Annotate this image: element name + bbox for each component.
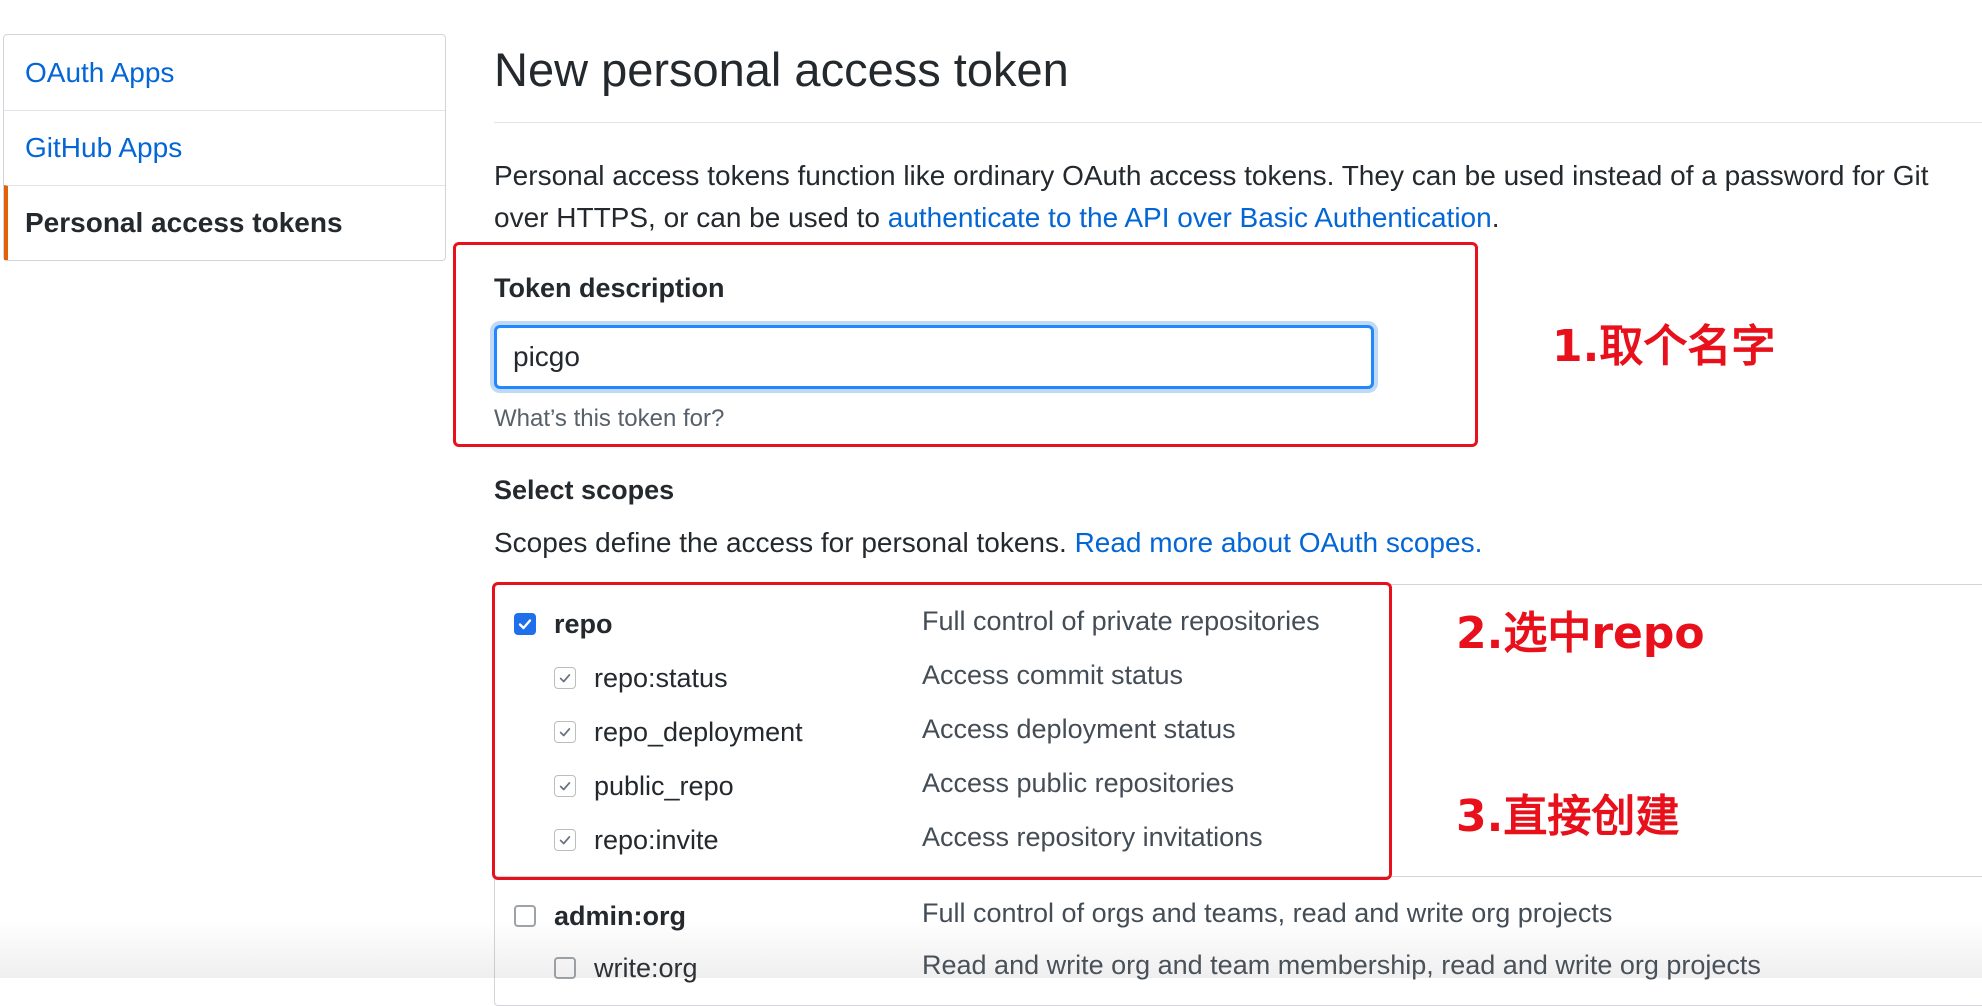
- scope-description: Full control of private repositories: [922, 606, 1320, 636]
- repo-deployment-checkbox[interactable]: [554, 721, 576, 743]
- scope-row-repo-invite: repo:invite: [554, 820, 719, 860]
- scope-description: Access repository invitations: [922, 822, 1263, 852]
- scope-name: public_repo: [594, 770, 734, 801]
- scope-row-repo: repo: [514, 604, 613, 644]
- select-scopes-heading: Select scopes: [494, 475, 675, 505]
- scope-description: Access commit status: [922, 660, 1184, 690]
- scope-name: admin:org: [554, 900, 686, 931]
- sidebar-item-personal-access-tokens[interactable]: Personal access tokens: [4, 185, 445, 260]
- annotation-step-3: 3.直接创建: [1456, 791, 1680, 842]
- scope-row-repo-deployment: repo_deployment: [554, 712, 803, 752]
- sidebar-item-github-apps[interactable]: GitHub Apps: [4, 110, 445, 185]
- scope-description: Access deployment status: [922, 714, 1236, 744]
- scope-description: Full control of orgs and teams, read and…: [922, 898, 1613, 928]
- page-title: New personal access token: [494, 43, 1069, 96]
- scope-description: Read and write org and team membership, …: [922, 950, 1761, 980]
- scope-name: repo_deployment: [594, 716, 803, 747]
- token-description-hint: What’s this token for?: [494, 405, 725, 432]
- scope-description: Access public repositories: [922, 768, 1235, 798]
- title-divider: [494, 122, 1982, 123]
- basic-auth-link[interactable]: authenticate to the API over Basic Authe…: [888, 202, 1492, 233]
- scope-name: repo: [554, 608, 613, 639]
- repo-status-checkbox[interactable]: [554, 667, 576, 689]
- annotation-step-1: 1.取个名字: [1552, 321, 1776, 372]
- token-description-input[interactable]: [494, 325, 1374, 389]
- write-org-checkbox[interactable]: [554, 957, 576, 979]
- scopes-description: Scopes define the access for personal to…: [494, 527, 1482, 559]
- scope-row-admin-org: admin:org: [514, 896, 686, 936]
- scope-row-public-repo: public_repo: [554, 766, 734, 806]
- intro-end: .: [1491, 202, 1500, 233]
- annotation-step-2: 2.选中repo: [1456, 608, 1705, 659]
- intro-paragraph: Personal access tokens function like ord…: [494, 155, 1964, 239]
- scope-name: repo:status: [594, 662, 728, 693]
- oauth-scopes-link[interactable]: Read more about OAuth scopes.: [1075, 527, 1483, 558]
- token-description-label: Token description: [494, 273, 725, 303]
- public-repo-checkbox[interactable]: [554, 775, 576, 797]
- scope-group-divider: [494, 876, 1982, 877]
- settings-sidebar: OAuth Apps GitHub Apps Personal access t…: [3, 34, 446, 261]
- scopes-desc-text: Scopes define the access for personal to…: [494, 527, 1075, 558]
- sidebar-item-oauth-apps[interactable]: OAuth Apps: [4, 35, 445, 110]
- scope-name: write:org: [594, 952, 698, 983]
- scope-row-write-org: write:org: [554, 948, 698, 988]
- repo-checkbox[interactable]: [514, 613, 536, 635]
- scope-row-repo-status: repo:status: [554, 658, 728, 698]
- repo-invite-checkbox[interactable]: [554, 829, 576, 851]
- scope-name: repo:invite: [594, 824, 719, 855]
- admin-org-checkbox[interactable]: [514, 905, 536, 927]
